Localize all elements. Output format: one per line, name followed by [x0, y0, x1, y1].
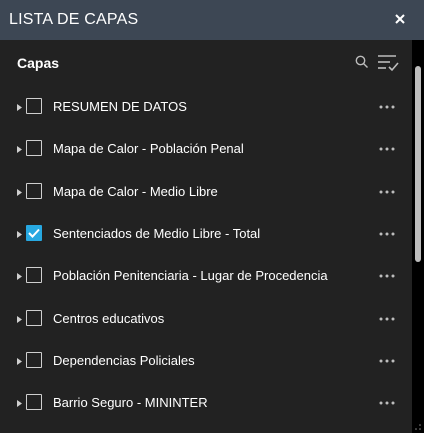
more-options-icon[interactable]	[378, 400, 396, 406]
caret-right-icon[interactable]	[17, 273, 22, 281]
layer-row[interactable]: Población Penitenciaria - Lugar de Proce…	[0, 255, 412, 297]
more-options-icon[interactable]	[378, 189, 396, 195]
layer-label: RESUMEN DE DATOS	[53, 99, 187, 114]
layers-header-label: Capas	[17, 55, 60, 71]
layers-header: Capas	[0, 40, 424, 86]
layer-visibility-checkbox[interactable]	[26, 394, 42, 411]
layer-visibility-checkbox[interactable]	[26, 98, 42, 114]
layer-row[interactable]: Sentenciados de Medio Libre - Total	[0, 213, 412, 255]
layer-label: Sentenciados de Medio Libre - Total	[53, 225, 261, 241]
layer-row[interactable]: Dependencias Policiales	[0, 340, 412, 382]
checkmark-icon	[28, 228, 40, 238]
resize-grip-icon[interactable]	[414, 423, 422, 431]
layer-visibility-checkbox[interactable]	[26, 309, 42, 326]
layer-label: Dependencias Policiales	[53, 352, 195, 368]
layer-visibility-checkbox[interactable]	[26, 224, 42, 241]
more-options-icon[interactable]	[378, 316, 396, 322]
layer-label: Barrio Seguro - MININTER	[53, 395, 208, 411]
layer-visibility-checkbox[interactable]	[26, 140, 42, 157]
scrollbar-thumb[interactable]	[415, 66, 421, 262]
more-options-icon[interactable]	[378, 273, 396, 279]
layer-row[interactable]: Barrio Seguro - MININTER	[0, 382, 412, 424]
layer-label: Centros educativos	[53, 310, 165, 326]
caret-right-icon[interactable]	[17, 230, 22, 238]
caret-right-icon[interactable]	[17, 315, 22, 323]
layer-label: Población Penitenciaria - Lugar de Proce…	[53, 268, 328, 284]
layer-row[interactable]: RESUMEN DE DATOS	[0, 86, 412, 128]
scrollbar[interactable]	[412, 40, 424, 433]
more-options-icon[interactable]	[378, 146, 396, 152]
more-options-icon[interactable]	[378, 358, 396, 364]
layer-row[interactable]: Centros educativos	[0, 298, 412, 340]
more-options-icon[interactable]	[378, 231, 396, 237]
layer-visibility-checkbox[interactable]	[26, 351, 42, 368]
layer-list-panel: LISTA DE CAPAS Capas RESUMEN DE DATOS Map…	[0, 0, 424, 433]
layer-list: RESUMEN DE DATOS Mapa de Calor - Població…	[0, 86, 412, 433]
caret-right-icon[interactable]	[17, 146, 22, 154]
caret-right-icon[interactable]	[17, 188, 22, 196]
caret-right-icon[interactable]	[17, 400, 22, 408]
caret-right-icon[interactable]	[17, 104, 22, 111]
layer-visibility-checkbox[interactable]	[26, 267, 42, 284]
layer-row[interactable]: Mapa de Calor - Medio Libre	[0, 171, 412, 213]
filter-list-icon[interactable]	[376, 52, 400, 74]
more-options-icon[interactable]	[378, 104, 396, 110]
close-icon[interactable]	[392, 11, 408, 27]
layer-label: Mapa de Calor - Medio Libre	[53, 183, 218, 199]
caret-right-icon[interactable]	[17, 357, 22, 365]
layer-visibility-checkbox[interactable]	[26, 182, 42, 199]
layer-label: Mapa de Calor - Población Penal	[53, 141, 244, 157]
layer-row[interactable]: Mapa de Calor - Población Penal	[0, 128, 412, 170]
panel-titlebar: LISTA DE CAPAS	[0, 0, 424, 40]
panel-title: LISTA DE CAPAS	[9, 11, 139, 28]
search-icon[interactable]	[355, 55, 369, 69]
